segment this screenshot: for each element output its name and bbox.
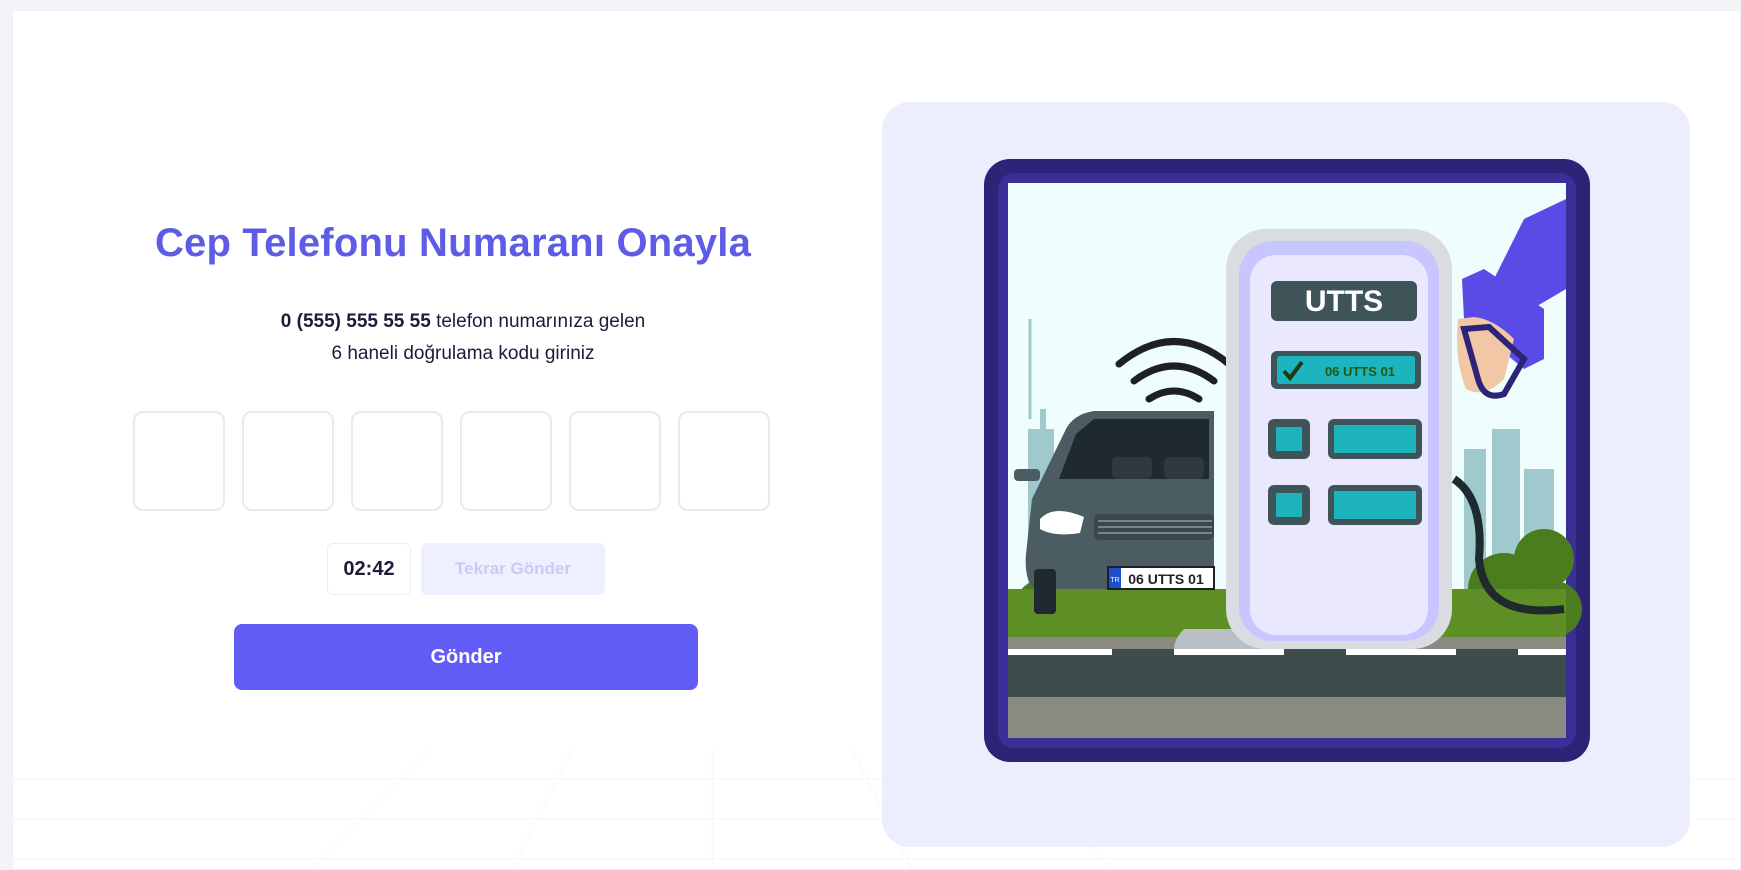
otp-digit-1[interactable] <box>133 411 225 511</box>
svg-text:TR: TR <box>1110 577 1119 584</box>
svg-text:06 UTTS 01: 06 UTTS 01 <box>1128 571 1204 587</box>
otp-digit-3[interactable] <box>351 411 443 511</box>
otp-code-inputs <box>133 411 793 511</box>
instructions-line2: 6 haneli doğrulama kodu giriniz <box>331 343 595 364</box>
page-frame: Cep Telefonu Numaranı Onayla 0 (555) 555… <box>12 10 1741 870</box>
page-title: Cep Telefonu Numaranı Onayla <box>154 221 752 265</box>
illustration-panel: TR 06 UTTS 01 UTTS 06 UTTS 01 <box>882 102 1690 847</box>
car-plate: TR 06 UTTS 01 <box>1107 566 1215 590</box>
pump-brand: UTTS <box>1305 285 1383 318</box>
otp-digit-4[interactable] <box>460 411 552 511</box>
phone-number: 0 (555) 555 55 55 <box>280 311 431 332</box>
verify-form: Cep Telefonu Numaranı Onayla 0 (555) 555… <box>133 221 793 690</box>
otp-digit-6[interactable] <box>678 411 770 511</box>
resend-button[interactable]: Tekrar Gönder <box>421 543 605 595</box>
otp-digit-2[interactable] <box>242 411 334 511</box>
submit-button[interactable]: Gönder <box>234 624 698 690</box>
instructions: 0 (555) 555 55 55 telefon numarınıza gel… <box>133 306 793 370</box>
countdown-timer: 02:42 <box>327 543 411 595</box>
resend-row: 02:42 Tekrar Gönder <box>133 543 793 595</box>
fuel-pump-illustration: TR 06 UTTS 01 UTTS 06 UTTS 01 <box>984 159 1590 762</box>
instructions-line1: telefon numarınıza gelen <box>430 311 646 332</box>
otp-digit-5[interactable] <box>569 411 661 511</box>
pump-display-plate: 06 UTTS 01 <box>1325 364 1395 379</box>
